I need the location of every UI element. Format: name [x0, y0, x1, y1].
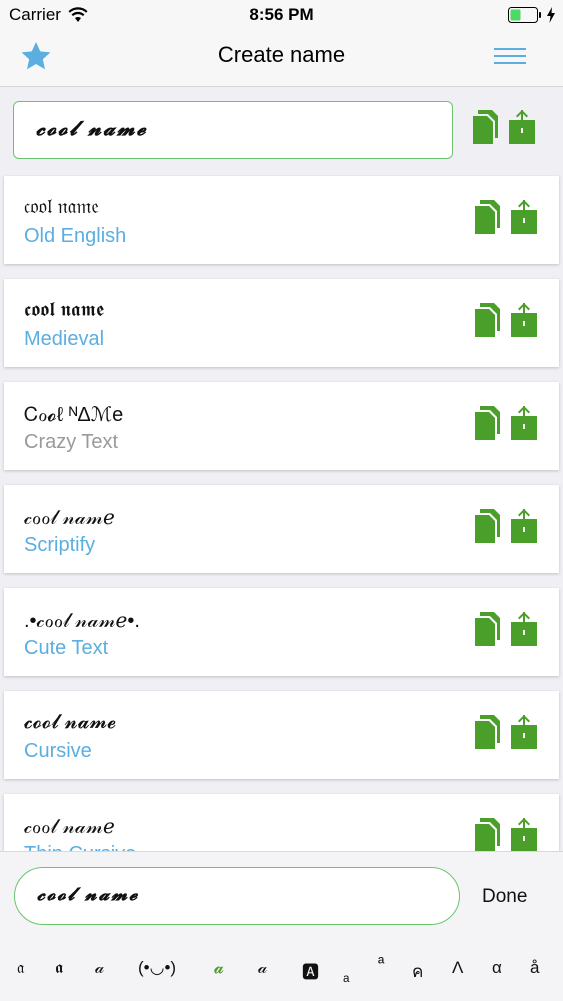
font-key[interactable]: 🅰: [302, 958, 319, 983]
hamburger-menu-icon[interactable]: [494, 44, 526, 68]
font-name-label: Crazy Text: [24, 431, 119, 453]
navigation-bar: Create name: [0, 30, 563, 87]
copy-icon[interactable]: [475, 818, 501, 851]
font-key[interactable]: Λ: [452, 958, 463, 978]
font-name-label: Thin Cursive: [24, 843, 136, 851]
preview-text-field[interactable]: 𝓬𝓸𝓸𝓵 𝓷𝓪𝓶𝓮: [13, 101, 453, 159]
done-button[interactable]: Done: [482, 886, 527, 908]
font-key[interactable]: (•◡•): [138, 958, 176, 978]
copy-icon[interactable]: [475, 612, 501, 646]
copy-icon[interactable]: [475, 303, 501, 337]
card-actions: [475, 818, 537, 851]
share-icon[interactable]: [511, 818, 537, 851]
font-key[interactable]: ₐ: [343, 966, 349, 986]
copy-icon[interactable]: [475, 509, 501, 543]
styled-text[interactable]: 𝒸ℴℴ𝓁 𝓃𝒶𝓂ℯ: [24, 814, 115, 839]
styled-text[interactable]: 𝖈𝖔𝖔𝖑 𝖓𝖆𝖒𝖊: [24, 299, 104, 322]
star-icon[interactable]: [20, 40, 52, 72]
menu-line: [494, 62, 526, 64]
preview-text-value: 𝓬𝓸𝓸𝓵 𝓷𝓪𝓶𝓮: [36, 116, 148, 140]
font-key[interactable]: ª: [378, 954, 384, 974]
share-icon[interactable]: [511, 303, 537, 337]
font-key[interactable]: α: [492, 958, 502, 978]
card-actions: [475, 200, 537, 234]
bottom-input-bar: 𝓬𝓸𝓸𝓵 𝓷𝓪𝓶𝓮 Done 𝔞 𝖆 𝒶 (•◡•) 𝓪 𝒶 🅰 ₐ ª ค Λ…: [0, 851, 563, 1001]
font-card-crazy-text[interactable]: Ꮯℴ𝓸ℓ ᴺΔℳe Crazy Text: [4, 382, 559, 470]
font-key[interactable]: 𝔞: [17, 958, 24, 978]
font-card-scriptify[interactable]: 𝒸ℴℴ𝓁 𝓃𝒶𝓂ℯ Scriptify: [4, 485, 559, 573]
share-icon[interactable]: [511, 406, 537, 440]
font-name-label: Medieval: [24, 328, 105, 350]
card-actions: [475, 509, 537, 543]
font-card-medieval[interactable]: 𝖈𝖔𝖔𝖑 𝖓𝖆𝖒𝖊 Medieval: [4, 279, 559, 367]
copy-icon[interactable]: [475, 406, 501, 440]
styled-text[interactable]: .•𝒸ℴℴ𝓁 𝓃𝒶𝓂ℯ•.: [24, 608, 140, 633]
font-style-list[interactable]: 𝔠𝔬𝔬𝔩 𝔫𝔞𝔪𝔢 Old English 𝖈𝖔𝖔𝖑 𝖓𝖆𝖒𝖊 Medieval…: [0, 175, 563, 851]
share-icon[interactable]: [511, 612, 537, 646]
styled-text[interactable]: 𝔠𝔬𝔬𝔩 𝔫𝔞𝔪𝔢: [24, 196, 99, 219]
font-card-thin-cursive[interactable]: 𝒸ℴℴ𝓁 𝓃𝒶𝓂ℯ Thin Cursive: [4, 794, 559, 851]
copy-icon[interactable]: [475, 200, 501, 234]
font-name-label: Old English: [24, 225, 127, 247]
font-card-old-english[interactable]: 𝔠𝔬𝔬𝔩 𝔫𝔞𝔪𝔢 Old English: [4, 176, 559, 264]
styled-text[interactable]: 𝓬𝓸𝓸𝓵 𝓷𝓪𝓶𝓮: [24, 711, 116, 734]
menu-line: [494, 55, 526, 57]
card-actions: [475, 612, 537, 646]
name-input-value: 𝓬𝓸𝓸𝓵 𝓷𝓪𝓶𝓮: [37, 884, 140, 905]
card-actions: [475, 406, 537, 440]
copy-icon[interactable]: [473, 110, 499, 144]
styled-text[interactable]: Ꮯℴ𝓸ℓ ᴺΔℳe: [24, 402, 123, 427]
name-input[interactable]: 𝓬𝓸𝓸𝓵 𝓷𝓪𝓶𝓮: [14, 867, 460, 925]
font-key[interactable]: 𝒶: [258, 958, 267, 978]
battery-icon: [508, 7, 541, 23]
font-key[interactable]: å: [530, 958, 539, 978]
status-time: 8:56 PM: [249, 5, 314, 24]
status-bar: Carrier 8:56 PM: [0, 0, 563, 30]
share-icon[interactable]: [511, 715, 537, 749]
share-icon[interactable]: [509, 110, 535, 144]
copy-icon[interactable]: [475, 715, 501, 749]
preview-actions: [473, 110, 535, 144]
menu-line: [494, 48, 526, 50]
font-card-cute-text[interactable]: .•𝒸ℴℴ𝓁 𝓃𝒶𝓂ℯ•. Cute Text: [4, 588, 559, 676]
page-title: Create name: [217, 42, 346, 67]
font-name-label: Scriptify: [24, 534, 96, 556]
share-icon[interactable]: [511, 509, 537, 543]
font-name-label: Cursive: [24, 740, 92, 762]
share-icon[interactable]: [511, 200, 537, 234]
font-key[interactable]: 𝖆: [55, 958, 63, 978]
font-key[interactable]: 𝓪: [214, 958, 224, 978]
font-card-cursive[interactable]: 𝓬𝓸𝓸𝓵 𝓷𝓪𝓶𝓮 Cursive: [4, 691, 559, 779]
font-key[interactable]: 𝒶: [95, 958, 104, 978]
card-actions: [475, 303, 537, 337]
styled-text[interactable]: 𝒸ℴℴ𝓁 𝓃𝒶𝓂ℯ: [24, 505, 115, 530]
font-keys-bar: 𝔞 𝖆 𝒶 (•◡•) 𝓪 𝒶 🅰 ₐ ª ค Λ α å: [0, 952, 563, 992]
card-actions: [475, 715, 537, 749]
charging-icon: [547, 7, 555, 23]
font-name-label: Cute Text: [24, 637, 109, 659]
font-key[interactable]: ค: [412, 958, 423, 985]
